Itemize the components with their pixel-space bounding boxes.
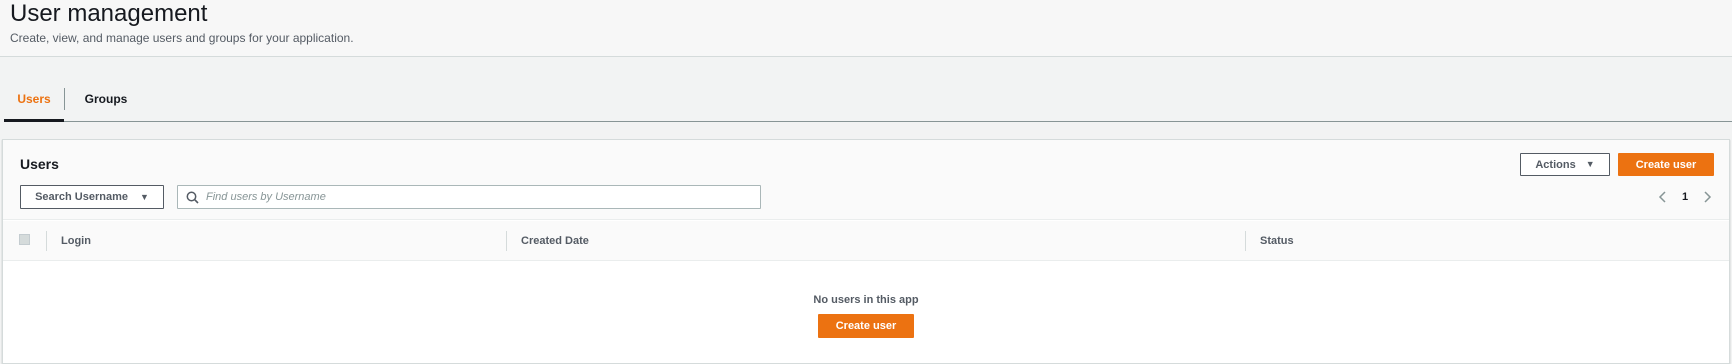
table-header: Login Created Date Status bbox=[3, 221, 1729, 261]
page-number[interactable]: 1 bbox=[1673, 191, 1697, 203]
search-attribute-label: Search Username bbox=[35, 191, 129, 203]
empty-state-message: No users in this app bbox=[813, 294, 919, 306]
chevron-right-icon[interactable] bbox=[1697, 187, 1717, 207]
caret-down-icon: ▼ bbox=[140, 191, 149, 202]
page-title: User management bbox=[10, 0, 208, 27]
column-header-login[interactable]: Login bbox=[61, 233, 91, 249]
search-box bbox=[177, 185, 761, 209]
panel-title: Users bbox=[20, 156, 59, 172]
chevron-left-icon[interactable] bbox=[1653, 187, 1673, 207]
panel-header: Users Actions ▼ Create user Search Usern… bbox=[3, 140, 1729, 220]
page-subtitle: Create, view, and manage users and group… bbox=[10, 31, 354, 45]
column-header-status[interactable]: Status bbox=[1260, 233, 1294, 249]
search-icon bbox=[178, 186, 206, 208]
empty-state-create-user-button[interactable]: Create user bbox=[818, 314, 914, 338]
column-divider bbox=[1245, 231, 1246, 251]
page-header: User management Create, view, and manage… bbox=[0, 0, 1732, 57]
column-header-created-date[interactable]: Created Date bbox=[521, 233, 589, 249]
create-user-button[interactable]: Create user bbox=[1618, 153, 1714, 176]
tab-users[interactable]: Users bbox=[4, 82, 64, 122]
column-divider bbox=[46, 231, 47, 251]
caret-down-icon: ▼ bbox=[1585, 159, 1595, 169]
tab-bar: Users Groups bbox=[4, 82, 1732, 122]
column-divider bbox=[506, 231, 507, 251]
tab-groups[interactable]: Groups bbox=[66, 82, 146, 122]
page: User management Create, view, and manage… bbox=[0, 0, 1732, 364]
actions-label: Actions bbox=[1535, 158, 1576, 171]
search-input[interactable] bbox=[206, 187, 760, 207]
search-attribute-select[interactable]: Search Username ▼ bbox=[20, 185, 164, 209]
tab-divider bbox=[64, 88, 65, 110]
actions-dropdown-button[interactable]: Actions ▼ bbox=[1520, 153, 1610, 176]
select-all-checkbox[interactable] bbox=[19, 234, 30, 245]
users-panel: Users Actions ▼ Create user Search Usern… bbox=[2, 139, 1730, 364]
pagination: 1 bbox=[1653, 187, 1723, 207]
